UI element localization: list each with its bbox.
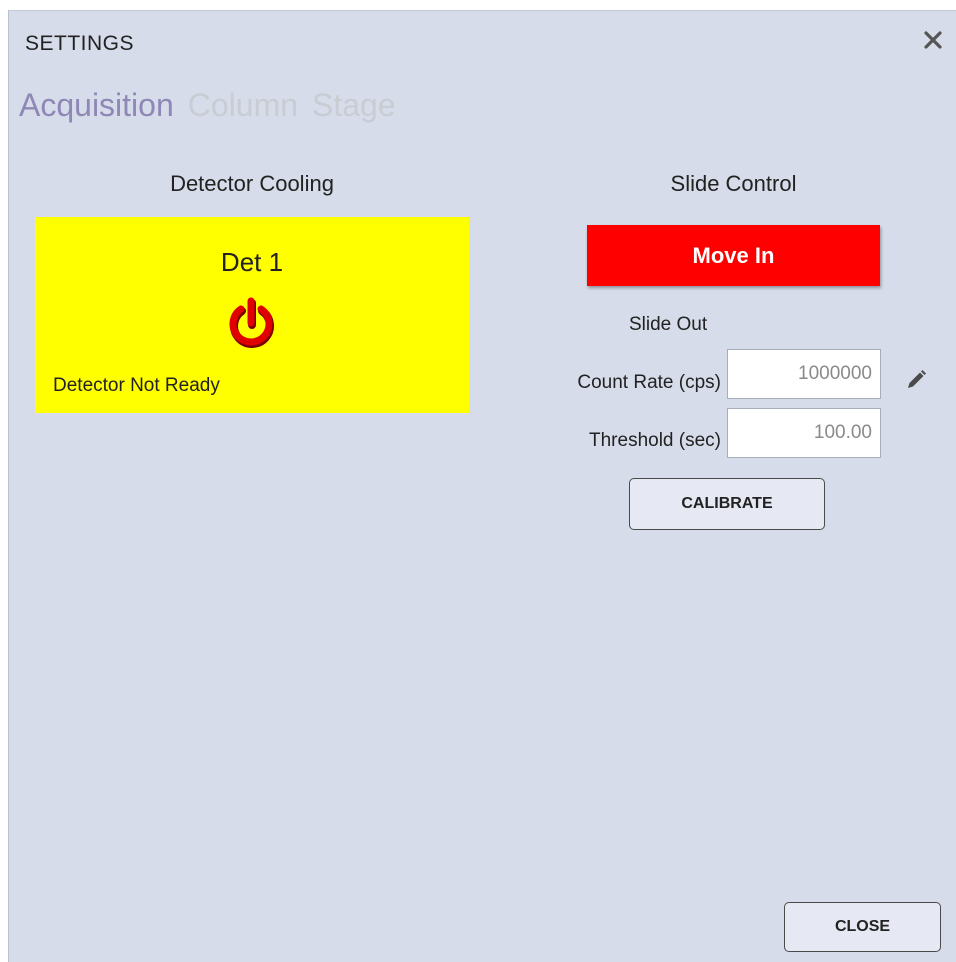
count-rate-label: Count Rate (cps) bbox=[577, 372, 721, 393]
threshold-label: Threshold (sec) bbox=[589, 430, 721, 451]
settings-dialog: SETTINGS Acquisition Column Stage Detect… bbox=[8, 10, 956, 962]
close-button[interactable]: CLOSE bbox=[784, 902, 941, 952]
dialog-title: SETTINGS bbox=[25, 32, 135, 55]
close-x-icon[interactable] bbox=[918, 25, 948, 55]
threshold-input[interactable]: 100.00 bbox=[727, 408, 881, 458]
pencil-icon[interactable] bbox=[905, 369, 927, 391]
detector-card: Det 1 Detector Not Ready bbox=[35, 217, 469, 413]
tab-column[interactable]: Column bbox=[188, 87, 298, 124]
tab-acquisition[interactable]: Acquisition bbox=[19, 87, 174, 124]
slide-state-label: Slide Out bbox=[629, 314, 708, 335]
power-icon[interactable] bbox=[225, 297, 277, 349]
calibrate-button[interactable]: CALIBRATE bbox=[629, 478, 825, 530]
count-rate-input[interactable]: 1000000 bbox=[727, 349, 881, 399]
detector-name: Det 1 bbox=[220, 247, 284, 277]
tab-stage[interactable]: Stage bbox=[312, 87, 396, 124]
slide-control-heading: Slide Control bbox=[670, 171, 797, 196]
detector-status: Detector Not Ready bbox=[53, 375, 220, 396]
tab-bar: Acquisition Column Stage bbox=[19, 87, 396, 124]
detector-cooling-heading: Detector Cooling bbox=[170, 171, 334, 196]
move-in-button[interactable]: Move In bbox=[587, 225, 880, 286]
